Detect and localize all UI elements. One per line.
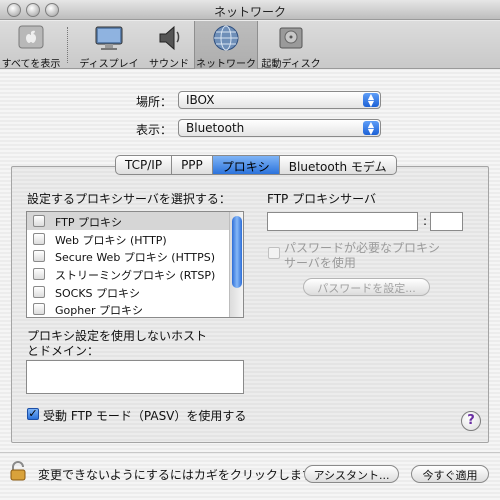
globe-icon [213, 25, 239, 51]
bypass-label-2: とドメイン： [27, 344, 100, 358]
toolbar-label: すべてを表示 [1, 59, 61, 70]
checkbox[interactable] [33, 285, 45, 298]
location-label: 場所： [135, 95, 172, 109]
toolbar-item-network[interactable]: ネットワーク [194, 21, 258, 70]
display-icon [95, 26, 123, 50]
location-value: IBOX [186, 93, 215, 107]
tab-ppp[interactable]: PPP [172, 156, 213, 174]
list-item-label: ストリーミングプロキシ (RTSP) [55, 269, 216, 283]
checkbox[interactable] [33, 232, 45, 245]
list-item[interactable]: FTP プロキシ [27, 212, 243, 230]
toolbar-item-show-all[interactable]: すべてを表示 [0, 21, 62, 70]
popup-arrows-icon: ▲ ▼ [363, 121, 379, 136]
tab-bluetooth-modem[interactable]: Bluetooth モデム [280, 156, 396, 174]
toolbar-label: サウンド [149, 59, 189, 70]
checkbox[interactable] [33, 215, 45, 227]
pasv-checkbox[interactable]: ✓ [27, 408, 39, 420]
proxy-port-input[interactable] [430, 212, 463, 231]
pasv-label: 受動 FTP モード（PASV）を使用する [43, 409, 247, 423]
tab-tcpip[interactable]: TCP/IP [116, 156, 173, 174]
list-item-label: Web プロキシ (HTTP) [55, 233, 167, 247]
toolbar-label: ネットワーク [196, 59, 256, 70]
scrollbar-thumb[interactable] [232, 216, 242, 288]
list-item[interactable]: Gopher プロキシ [27, 300, 243, 318]
port-separator: : [423, 214, 428, 228]
show-value: Bluetooth [186, 121, 245, 135]
list-item-label: Gopher プロキシ [55, 304, 143, 318]
list-item-label: SOCKS プロキシ [55, 286, 141, 300]
list-scrollbar[interactable] [229, 212, 243, 317]
toolbar: すべてを表示 ディスプレイ サウンド ネットワーク 起動ディスク [0, 21, 500, 70]
title-bar: ネットワーク [0, 0, 500, 20]
list-item[interactable]: Secure Web プロキシ (HTTPS) [27, 247, 243, 265]
assistant-button[interactable]: アシスタント... [304, 465, 399, 483]
window-title: ネットワーク [213, 5, 286, 19]
list-item-label: Secure Web プロキシ (HTTPS) [55, 251, 216, 265]
toolbar-separator [67, 27, 68, 63]
select-proxy-label: 設定するプロキシサーバを選択する： [27, 192, 231, 206]
toolbar-item-sound[interactable]: サウンド [144, 21, 194, 70]
checkbox[interactable] [33, 250, 45, 263]
proxy-server-input[interactable] [267, 212, 418, 231]
apple-icon [18, 25, 44, 49]
toolbar-item-display[interactable]: ディスプレイ [78, 21, 140, 70]
lock-text: 変更できないようにするにはカギをクリックします。 [38, 468, 325, 482]
bypass-hosts-input[interactable] [26, 360, 244, 394]
apply-now-button[interactable]: 今すぐ適用 [411, 465, 489, 483]
show-label: 表示： [135, 123, 172, 137]
toolbar-item-startup-disk[interactable]: 起動ディスク [260, 21, 322, 70]
speaker-icon [159, 25, 180, 51]
set-password-button[interactable]: パスワードを設定... [303, 278, 430, 296]
popup-arrows-icon: ▲ ▼ [363, 93, 379, 108]
tab-proxies[interactable]: プロキシ [212, 156, 280, 174]
help-button[interactable]: ? [461, 411, 481, 431]
toolbar-label: ディスプレイ [79, 59, 139, 70]
list-item[interactable]: ストリーミングプロキシ (RTSP) [27, 265, 243, 283]
footer-divider [0, 452, 500, 453]
tab-bar: TCP/IP PPP プロキシ Bluetooth モデム [115, 155, 397, 175]
lock-icon[interactable] [10, 461, 26, 481]
show-popup[interactable]: Bluetooth ▲ ▼ [178, 119, 381, 137]
toolbar-label: 起動ディスク [261, 59, 321, 70]
password-required-label-2: サーバを使用 [284, 256, 356, 270]
list-item[interactable]: SOCKS プロキシ [27, 283, 243, 301]
list-item[interactable]: Web プロキシ (HTTP) [27, 230, 243, 248]
disk-icon [279, 27, 303, 49]
checkbox[interactable] [33, 268, 45, 281]
password-required-checkbox[interactable] [268, 247, 280, 259]
location-popup[interactable]: IBOX ▲ ▼ [178, 91, 381, 109]
checkbox[interactable] [33, 303, 45, 316]
list-item-label: FTP プロキシ [55, 216, 122, 229]
ftp-proxy-server-label: FTP プロキシサーバ [267, 192, 376, 206]
proxy-list: FTP プロキシ Web プロキシ (HTTP) Secure Web プロキシ… [26, 211, 244, 318]
